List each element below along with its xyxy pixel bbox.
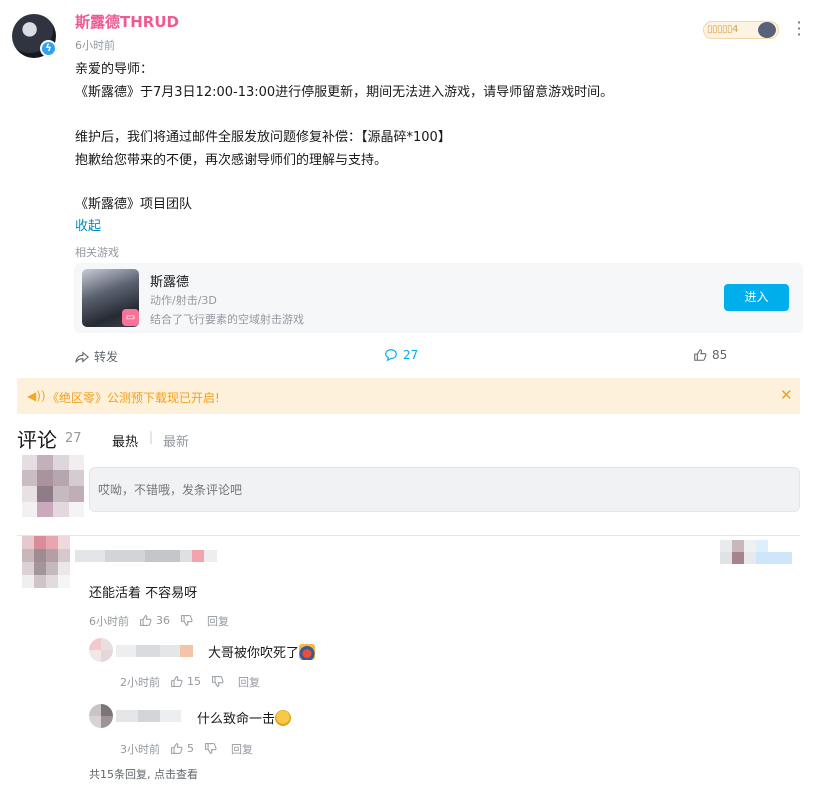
- comment-bubble-icon: [385, 349, 397, 362]
- share-arrow-icon: [75, 350, 89, 363]
- sort-new-tab[interactable]: 最新: [163, 431, 189, 450]
- comment-count: 27: [403, 348, 419, 362]
- comment-like-button[interactable]: 36: [139, 614, 170, 627]
- forward-label: 转发: [94, 350, 119, 364]
- post-time: 6小时前: [75, 39, 115, 52]
- bilibili-tv-icon: ▭: [122, 309, 139, 326]
- reply-like-button[interactable]: 5: [170, 742, 194, 755]
- reply-like-button[interactable]: 15: [170, 675, 201, 688]
- reply-time: 3小时前: [120, 742, 160, 756]
- comment-button[interactable]: 27: [384, 348, 418, 362]
- sort-divider: |: [149, 430, 154, 444]
- author-name[interactable]: 斯露德THRUD: [75, 11, 179, 32]
- reply-text-content: 什么致命一击: [197, 712, 276, 727]
- post-line: 亲爱的导师：: [75, 62, 154, 77]
- game-tags: 动作/射击/3D: [150, 294, 217, 307]
- thumbs-down-icon: [181, 615, 193, 626]
- thumbs-up-icon: [694, 349, 707, 361]
- post-line: 《斯露德》于7月3日12:00-13:00进行停服更新，期间无法进入游戏，请导师…: [75, 85, 614, 100]
- divider: [17, 535, 800, 536]
- fan-medal-avatar-icon: [758, 22, 776, 38]
- crying-emoji-icon: [299, 644, 316, 660]
- reply-reply-button[interactable]: 回复: [231, 741, 253, 757]
- view-more-replies-link[interactable]: 共15条回复, 点击查看: [89, 766, 198, 782]
- post-line: 维护后，我们将通过邮件全服发放问题修复补偿：【源晶碎*100】: [75, 130, 451, 145]
- comment-meta: 6小时前 36 回复: [89, 611, 239, 630]
- commenter-badge[interactable]: [720, 540, 792, 564]
- thumbs-down-icon: [212, 676, 224, 687]
- more-options-icon[interactable]: · · ·: [794, 15, 804, 43]
- reply-text: 什么致命一击: [197, 708, 292, 727]
- comments-title: 评论: [17, 428, 57, 452]
- comments-count: 27: [65, 431, 82, 446]
- reply-avatar[interactable]: [89, 704, 113, 728]
- forward-button[interactable]: 转发: [75, 348, 118, 365]
- commenter-avatar[interactable]: [22, 536, 70, 588]
- reply-avatar[interactable]: [89, 638, 113, 662]
- close-icon[interactable]: ✕: [780, 386, 793, 404]
- reply-meta: 2小时前 15 回复: [120, 672, 270, 691]
- comment-reply-button[interactable]: 回复: [207, 613, 229, 629]
- speaker-icon: ◀)): [27, 389, 46, 403]
- reply-reply-button[interactable]: 回复: [238, 674, 260, 690]
- sweat-smile-emoji-icon: [275, 710, 292, 726]
- collapse-link[interactable]: 收起: [75, 215, 101, 234]
- post-line: 抱歉给您带来的不便，再次感谢导师们的理解与支持。: [75, 153, 388, 168]
- thumbs-up-icon: [171, 676, 183, 687]
- comment-input[interactable]: [89, 467, 800, 512]
- thumbs-up-icon: [171, 743, 183, 754]
- reply-dislike-button[interactable]: [204, 739, 221, 758]
- reply-username[interactable]: [116, 645, 193, 657]
- game-description: 结合了飞行要素的空域射击游戏: [150, 313, 304, 326]
- current-user-avatar[interactable]: [22, 455, 84, 517]
- reply-username[interactable]: [116, 710, 181, 722]
- fan-medal-label: ▯▯▯▯▯4: [707, 24, 738, 35]
- commenter-name[interactable]: [75, 550, 217, 562]
- reply-like-count: 5: [187, 742, 194, 755]
- reply-like-count: 15: [187, 675, 201, 688]
- reply-time: 2小时前: [120, 675, 160, 689]
- like-count: 85: [712, 348, 728, 362]
- post-line: 《斯露德》项目团队: [75, 197, 193, 212]
- comment-dislike-button[interactable]: [180, 611, 197, 630]
- enter-game-button[interactable]: 进入: [724, 284, 789, 311]
- comment-like-count: 36: [156, 614, 170, 627]
- reply-text: 大哥被你吹死了: [208, 642, 316, 661]
- comment-text: 还能活着 不容易呀: [89, 586, 198, 601]
- thumbs-down-icon: [205, 743, 217, 754]
- game-name[interactable]: 斯露德: [150, 271, 189, 290]
- sort-hot-tab[interactable]: 最热: [112, 431, 138, 450]
- reply-dislike-button[interactable]: [211, 672, 228, 691]
- thumbs-up-icon: [140, 615, 152, 626]
- verified-lightning-icon: ϟ: [40, 40, 57, 57]
- reply-text-content: 大哥被你吹死了: [208, 646, 300, 661]
- notice-text[interactable]: 《绝区零》公测预下载现已开启!: [47, 389, 220, 406]
- comment-time: 6小时前: [89, 614, 129, 628]
- like-button[interactable]: 85: [693, 348, 727, 362]
- related-games-label: 相关游戏: [75, 246, 119, 259]
- reply-meta: 3小时前 5 回复: [120, 739, 263, 758]
